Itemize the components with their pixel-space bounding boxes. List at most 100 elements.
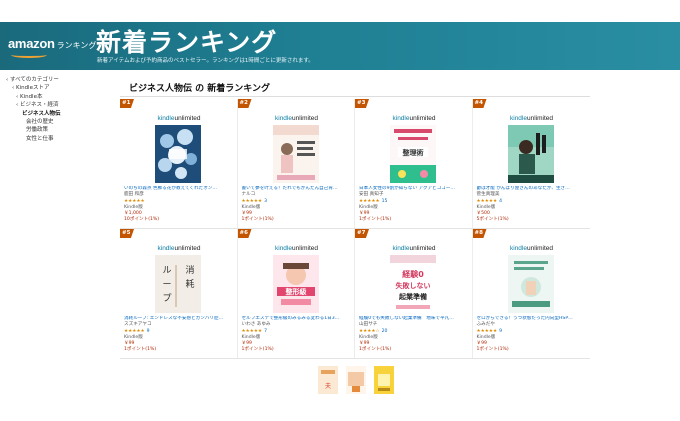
product-info: 経験0でも失敗しない起業準備 地味で平凡… 山田サチ ★★★★☆ 20 Kindle版 ￥… [359,316,471,354]
amazon-logo[interactable]: amazon ランキング [8,36,96,51]
star-glyphs: ★★★★★ [241,328,263,334]
ku-brand: kindle [392,245,410,252]
ku-suffix: unlimited [526,245,553,252]
star-glyphs: ★★★★★ [241,198,263,204]
ku-brand: kindle [510,245,527,252]
product-row: #1 kindleunlimited いのちの森点 色鮮る花が教えてくれたオン… 鹿田… [120,99,590,229]
rank-badge: #7 [355,229,369,238]
product-title-link[interactable]: 書いて夢を叶える！だれでもかんたん自己肯… [242,186,354,192]
ku-brand: kindle [510,115,527,122]
product-info: いのちの森点 色鮮る花が教えてくれたオン… 鹿田 和彦 ★★★★★ Kindle版 ￥1… [124,186,236,224]
rank-badge: #1 [120,99,134,108]
book-cover[interactable]: 整理術 [390,125,436,183]
svg-text:プ: プ [162,293,171,304]
ranking-banner: amazon ランキング 新着ランキング 新着アイテムおよび予約商品のベストセラー… [0,22,680,70]
product-points: 1ポイント(1%) [124,347,157,353]
sidebar-item[interactable]: ‹ ビジネス・経済 [6,101,116,109]
product-points: 1ポイント(1%) [476,347,509,353]
product-points: 1ポイント(1%) [359,217,392,223]
product-points: 1ポイント(1%) [241,217,274,223]
amazon-smile-icon [11,52,47,58]
product-card[interactable]: #7 kindleunlimited 経験0 失敗しない起業準備経験0でも失敗しない起… [355,229,473,358]
book-cover[interactable] [507,125,554,183]
rank-badge: #6 [237,229,252,238]
ku-brand: kindle [392,115,410,122]
product-info: 鬱は才能 がんばり屋さんのあなたが、生き… 菅生真理美 ★★★★★ 4 Kindle版 ￥… [477,186,589,224]
kindle-unlimited-logo: kindleunlimited [140,245,218,252]
sidebar-item[interactable]: 女性と仕事 [6,135,116,143]
star-glyphs: ★★★★★ [476,198,498,204]
logo-subtext: ランキング [56,41,97,50]
review-count[interactable]: 20 [382,329,388,334]
product-points: 1ポイント(1%) [359,347,392,353]
rank-badge: #8 [472,229,487,238]
book-cover[interactable] [507,255,554,313]
kindle-unlimited-logo: kindleunlimited [493,115,571,122]
product-info: 消耗ループ: エンドレスな不安感とガンバリ症… スズキアヤコ ★★★★★ 9 Kindl… [124,316,236,354]
rank-badge: #5 [120,229,134,238]
svg-text:経験0: 経験0 [402,269,424,279]
product-points: 1ポイント(1%) [241,347,274,353]
ku-brand: kindle [157,115,175,122]
kindle-unlimited-logo: kindleunlimited [140,115,218,122]
product-card[interactable]: #5 kindleunlimited 消耗 ループ消耗ループ: エンドレスな不安感とガ… [120,229,238,358]
review-count[interactable]: 9 [499,329,502,334]
ku-brand: kindle [275,115,292,122]
svg-text:起業準備: 起業準備 [398,292,427,301]
sidebar-item[interactable]: ‹ すべてのカテゴリー [6,76,116,84]
star-glyphs: ★★★★★ [124,328,145,334]
star-glyphs: ★★★★★ [359,198,380,204]
kindle-unlimited-logo: kindleunlimited [375,115,453,122]
ku-suffix: unlimited [409,115,436,122]
product-info: 書いて夢を叶える！だれでもかんたん自己肯… ナルコ ★★★★★ 3 Kindle版 ￥99… [242,186,354,224]
product-card[interactable]: #3 kindleunlimited 整理術 日本人女性の9割が知らない アクアとココ… [355,99,473,228]
ku-brand: kindle [157,245,175,252]
review-count[interactable]: 4 [499,199,502,204]
review-count[interactable]: 3 [264,199,267,204]
book-cover[interactable]: 整形級 [272,255,319,313]
sidebar-item[interactable]: 労働政策 [6,126,116,134]
product-info: セルフエステで整形級のみるみる変わる1日3… いわさ あゆみ ★★★★★ 7 Kindl… [242,316,354,354]
svg-text:失敗しない: 失敗しない [396,281,431,290]
ku-suffix: unlimited [291,245,318,252]
kindle-unlimited-logo: kindleunlimited [375,245,453,252]
logo-text: amazon [8,36,55,51]
divider [120,96,590,97]
star-glyphs: ★★★★★ [124,198,145,204]
review-count[interactable]: 9 [147,329,150,334]
product-info: ゼロからできる！うつ状態だった内向型HSP… ふみだや ★★★★★ 9 Kindle版 ￥… [477,316,589,354]
ku-suffix: unlimited [409,245,436,252]
book-cover-extra-1[interactable]: 夫 [318,366,338,394]
book-cover[interactable]: 経験0 失敗しない起業準備 [390,255,436,313]
ku-suffix: unlimited [174,245,201,252]
svg-text:耗: 耗 [185,279,194,290]
book-cover-extra-2[interactable] [346,366,366,394]
category-heading: ビジネス人物伝 の 新着ランキング [129,84,270,94]
product-row: #5 kindleunlimited 消耗ループ消耗ループ: エンドレスな不安感とガ… [120,229,590,359]
kindle-unlimited-logo: kindleunlimited [258,115,336,122]
book-cover[interactable] [272,125,319,183]
kindle-unlimited-logo: kindleunlimited [258,245,336,252]
book-cover[interactable]: 消耗 ループ [155,255,201,313]
sidebar-item: ビジネス人物伝 [22,110,61,117]
review-count[interactable]: 7 [264,329,267,334]
star-glyphs: ★★★★☆ [359,328,380,334]
sidebar-item[interactable]: ‹ Kindleストア [6,84,116,92]
product-card[interactable]: #2 kindleunlimited 書いて夢を叶える！だれでもかんたん自己肯… ナル… [237,99,355,228]
book-cover-extra-3[interactable] [374,366,394,394]
rank-badge: #4 [472,99,487,108]
page-title: 新着ランキング [96,28,278,57]
product-grid: #1 kindleunlimited いのちの森点 色鮮る花が教えてくれたオン… 鹿田… [120,99,590,359]
product-card[interactable]: #4 kindleunlimited 鬱は才能 がんばり屋さんのあなたが、生き… 菅生… [472,99,591,228]
product-card[interactable]: #6 kindleunlimited 整形級セルフエステで整形級のみるみる変わる1日… [237,229,355,358]
book-cover[interactable] [155,125,201,183]
rank-badge: #3 [355,99,369,108]
kindle-unlimited-logo: kindleunlimited [493,245,571,252]
svg-text:整形級: 整形級 [284,287,307,296]
sidebar-item[interactable]: 会社の歴史 [6,118,116,126]
product-card[interactable]: #8 kindleunlimited ゼロからできる！うつ状態だった内向型HSP… ふ… [472,229,591,358]
product-card[interactable]: #1 kindleunlimited いのちの森点 色鮮る花が教えてくれたオン… 鹿田… [120,99,238,228]
sidebar-item[interactable]: ‹ Kindle本 [6,93,116,101]
rank-badge: #2 [237,99,252,108]
review-count[interactable]: 15 [382,199,388,204]
